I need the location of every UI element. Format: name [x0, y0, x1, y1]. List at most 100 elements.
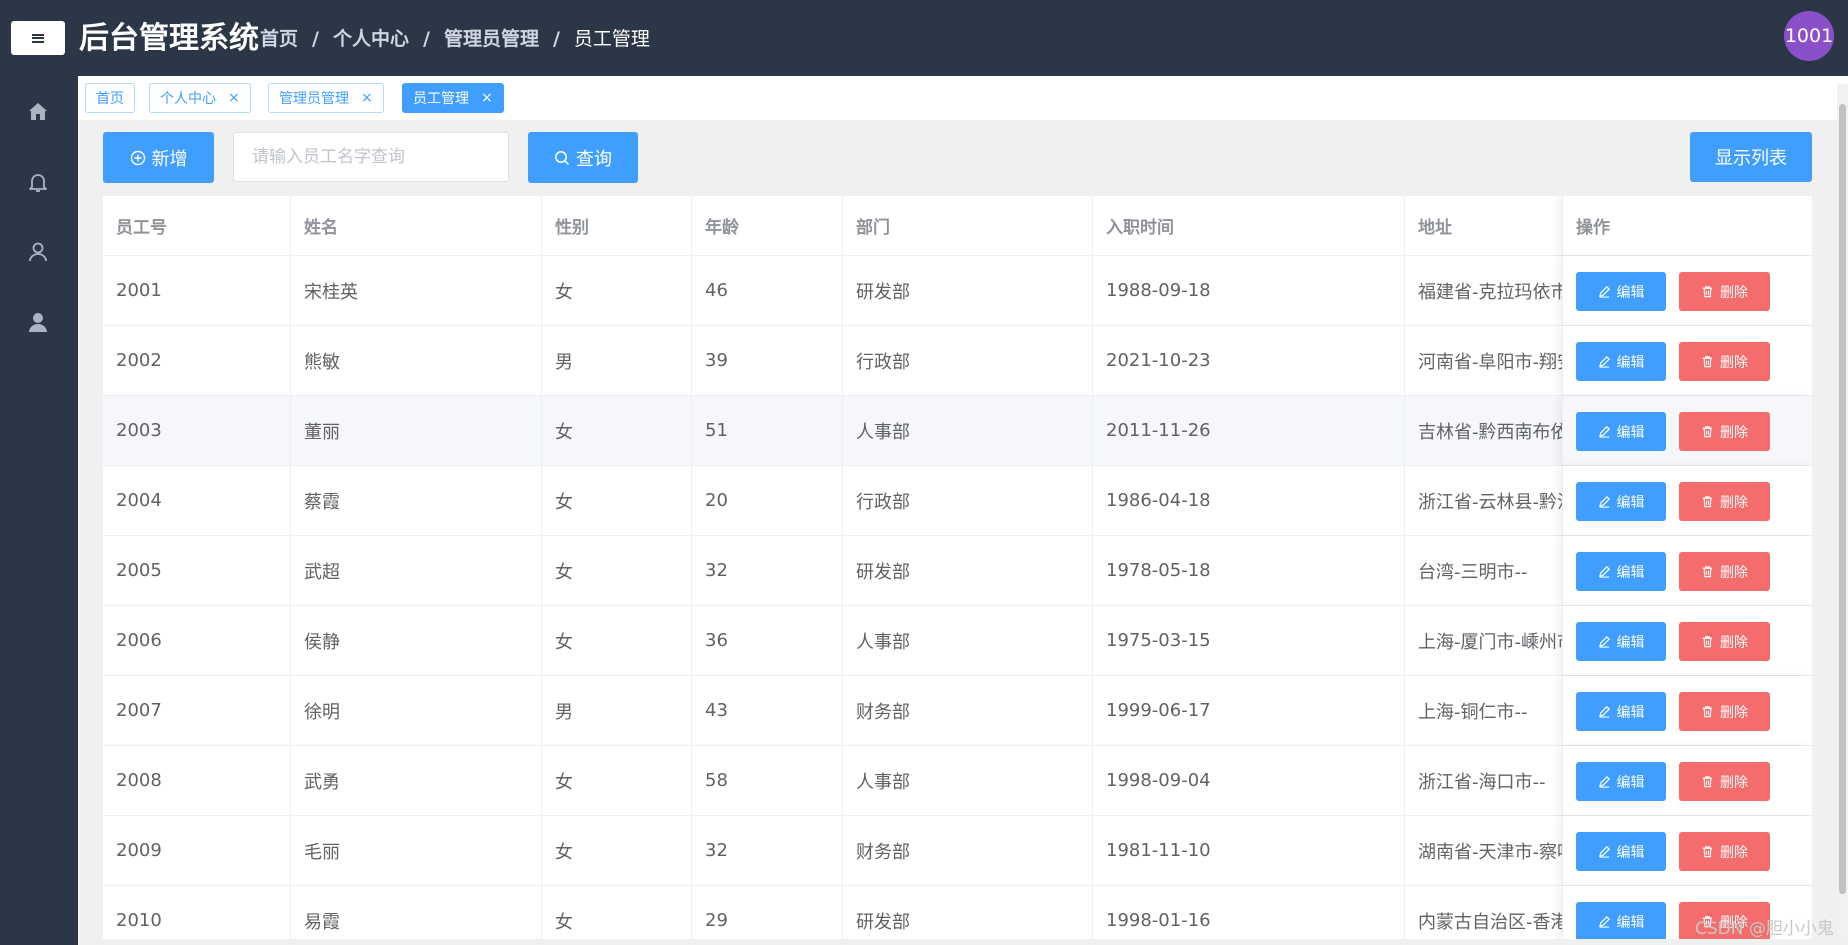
- table-row[interactable]: 2005 武超女 32 研发部 1978-05-18 台湾-三明市-- 编辑 删除: [103, 536, 1812, 606]
- delete-button[interactable]: 删除: [1679, 272, 1770, 311]
- sidebar: [0, 76, 78, 945]
- delete-button-label: 删除: [1720, 774, 1748, 791]
- edit-button-label: 编辑: [1616, 424, 1645, 441]
- close-icon[interactable]: ×: [361, 90, 373, 106]
- edit-button[interactable]: 编辑: [1576, 272, 1666, 311]
- delete-button-label: 删除: [1720, 494, 1748, 511]
- scrollbar-thumb[interactable]: [1839, 104, 1846, 894]
- delete-button[interactable]: 删除: [1679, 832, 1770, 871]
- delete-button[interactable]: 删除: [1679, 342, 1770, 381]
- edit-icon: [1598, 776, 1610, 788]
- cell-department: 人事部: [843, 606, 1093, 675]
- edit-button[interactable]: 编辑: [1576, 412, 1666, 451]
- column-header-name[interactable]: 姓名: [291, 196, 542, 255]
- delete-button[interactable]: 删除: [1679, 482, 1770, 521]
- cell-address: 河南省-阜阳市-翔安: [1418, 351, 1562, 373]
- column-header-age[interactable]: 年龄: [692, 196, 843, 255]
- edit-button[interactable]: 编辑: [1576, 902, 1666, 939]
- cell-age: 39: [692, 326, 843, 395]
- tab-admin-management[interactable]: 管理员管理 ×: [268, 83, 384, 113]
- table-row[interactable]: 2007 徐明男 43 财务部 1999-06-17 上海-铜仁市-- 编辑 删除: [103, 676, 1812, 746]
- edit-button[interactable]: 编辑: [1576, 482, 1666, 521]
- cell-department: 财务部: [843, 676, 1093, 745]
- table-row[interactable]: 2010 易霞女 29 研发部 1998-01-16 内蒙古自治区-香港 编辑 删除: [103, 886, 1812, 939]
- breadcrumb-employee-management: 员工管理: [573, 28, 650, 50]
- delete-button-label: 删除: [1720, 704, 1748, 721]
- table-row[interactable]: 2006 侯静女 36 人事部 1975-03-15 上海-厦门市-嵊州市 编辑 删除: [103, 606, 1812, 676]
- close-icon[interactable]: ×: [228, 90, 240, 106]
- cell-age: 32: [692, 816, 843, 885]
- breadcrumb-home[interactable]: 首页: [260, 24, 298, 54]
- cell-gender: 女: [542, 256, 692, 325]
- cell-department: 研发部: [843, 886, 1093, 939]
- table-row[interactable]: 2004 蔡霞女 20 行政部 1986-04-18 浙江省-云林县-黔江 编辑 删除: [103, 466, 1812, 536]
- cell-hire-date: 1986-04-18: [1093, 466, 1405, 535]
- cell-address: 湖南省-天津市-察哈: [1418, 841, 1562, 863]
- delete-button[interactable]: 删除: [1679, 762, 1770, 801]
- column-header-id[interactable]: 员工号: [103, 196, 291, 255]
- column-header-hire-date[interactable]: 入职时间: [1093, 196, 1405, 255]
- cell-gender: 女: [542, 606, 692, 675]
- hamburger-icon: [32, 33, 44, 43]
- edit-icon: [1598, 706, 1610, 718]
- home-icon[interactable]: [26, 100, 50, 124]
- trash-icon: [1702, 706, 1713, 718]
- delete-button-label: 删除: [1720, 424, 1748, 441]
- trash-icon: [1702, 636, 1713, 648]
- tab-personal-center[interactable]: 个人中心 ×: [149, 83, 251, 113]
- cell-name: 熊敏: [291, 326, 542, 395]
- delete-button[interactable]: 删除: [1679, 412, 1770, 451]
- add-button[interactable]: 新增: [103, 132, 214, 183]
- delete-button[interactable]: 删除: [1679, 552, 1770, 591]
- cell-address: 浙江省-海口市--: [1418, 771, 1546, 793]
- table-row[interactable]: 2003 董丽女 51 人事部 2011-11-26 吉林省-黔西南布依 编辑 删除: [103, 396, 1812, 466]
- cell-id: 2004: [103, 466, 291, 535]
- close-icon[interactable]: ×: [481, 90, 493, 106]
- edit-button-label: 编辑: [1616, 564, 1645, 581]
- page-scrollbar[interactable]: [1837, 84, 1848, 940]
- cell-department: 行政部: [843, 326, 1093, 395]
- cell-id: 2009: [103, 816, 291, 885]
- edit-button-label: 编辑: [1616, 844, 1645, 861]
- show-list-button[interactable]: 显示列表: [1690, 132, 1812, 182]
- bell-icon[interactable]: [26, 170, 50, 194]
- edit-button-label: 编辑: [1616, 774, 1645, 791]
- table-row[interactable]: 2009 毛丽女 32 财务部 1981-11-10 湖南省-天津市-察哈 编辑 删除: [103, 816, 1812, 886]
- column-header-gender[interactable]: 性别: [542, 196, 692, 255]
- breadcrumb-personal-center[interactable]: 个人中心: [333, 24, 409, 54]
- tab-label: 个人中心: [160, 91, 216, 107]
- query-button[interactable]: 查询: [528, 132, 638, 183]
- cell-department: 人事部: [843, 746, 1093, 815]
- edit-button[interactable]: 编辑: [1576, 552, 1666, 591]
- user-outline-icon[interactable]: [26, 240, 50, 264]
- column-header-address[interactable]: 地址: [1405, 196, 1562, 255]
- edit-icon: [1598, 356, 1610, 368]
- delete-button-label: 删除: [1720, 634, 1748, 651]
- show-list-label: 显示列表: [1715, 148, 1787, 169]
- edit-button-label: 编辑: [1616, 494, 1645, 511]
- edit-button[interactable]: 编辑: [1576, 342, 1666, 381]
- table-row[interactable]: 2002 熊敏男 39 行政部 2021-10-23 河南省-阜阳市-翔安 编辑 删除: [103, 326, 1812, 396]
- cell-actions: 编辑 删除: [1562, 746, 1812, 815]
- menu-toggle-button[interactable]: [11, 21, 65, 55]
- breadcrumb-admin-management[interactable]: 管理员管理: [444, 24, 539, 54]
- tab-home[interactable]: 首页: [85, 83, 135, 113]
- employee-table: 员工号 姓名 性别 年龄 部门 入职时间 地址 操作 2001 宋桂英女 46 研发部…: [103, 196, 1812, 939]
- user-avatar[interactable]: 1001: [1784, 11, 1834, 61]
- column-header-department[interactable]: 部门: [843, 196, 1093, 255]
- edit-button[interactable]: 编辑: [1576, 762, 1666, 801]
- table-row[interactable]: 2008 武勇女 58 人事部 1998-09-04 浙江省-海口市-- 编辑 删除: [103, 746, 1812, 816]
- edit-button[interactable]: 编辑: [1576, 832, 1666, 871]
- search-input[interactable]: [233, 132, 509, 182]
- cell-name: 董丽: [291, 396, 542, 465]
- edit-icon: [1598, 636, 1610, 648]
- cell-gender: 男: [542, 326, 692, 395]
- delete-button[interactable]: 删除: [1679, 692, 1770, 731]
- table-row[interactable]: 2001 宋桂英女 46 研发部 1988-09-18 福建省-克拉玛依市 编辑 删除: [103, 256, 1812, 326]
- edit-icon: [1598, 566, 1610, 578]
- user-solid-icon[interactable]: [26, 310, 50, 334]
- delete-button[interactable]: 删除: [1679, 622, 1770, 661]
- edit-button[interactable]: 编辑: [1576, 622, 1666, 661]
- edit-button[interactable]: 编辑: [1576, 692, 1666, 731]
- tab-employee-management[interactable]: 员工管理 ×: [402, 83, 504, 113]
